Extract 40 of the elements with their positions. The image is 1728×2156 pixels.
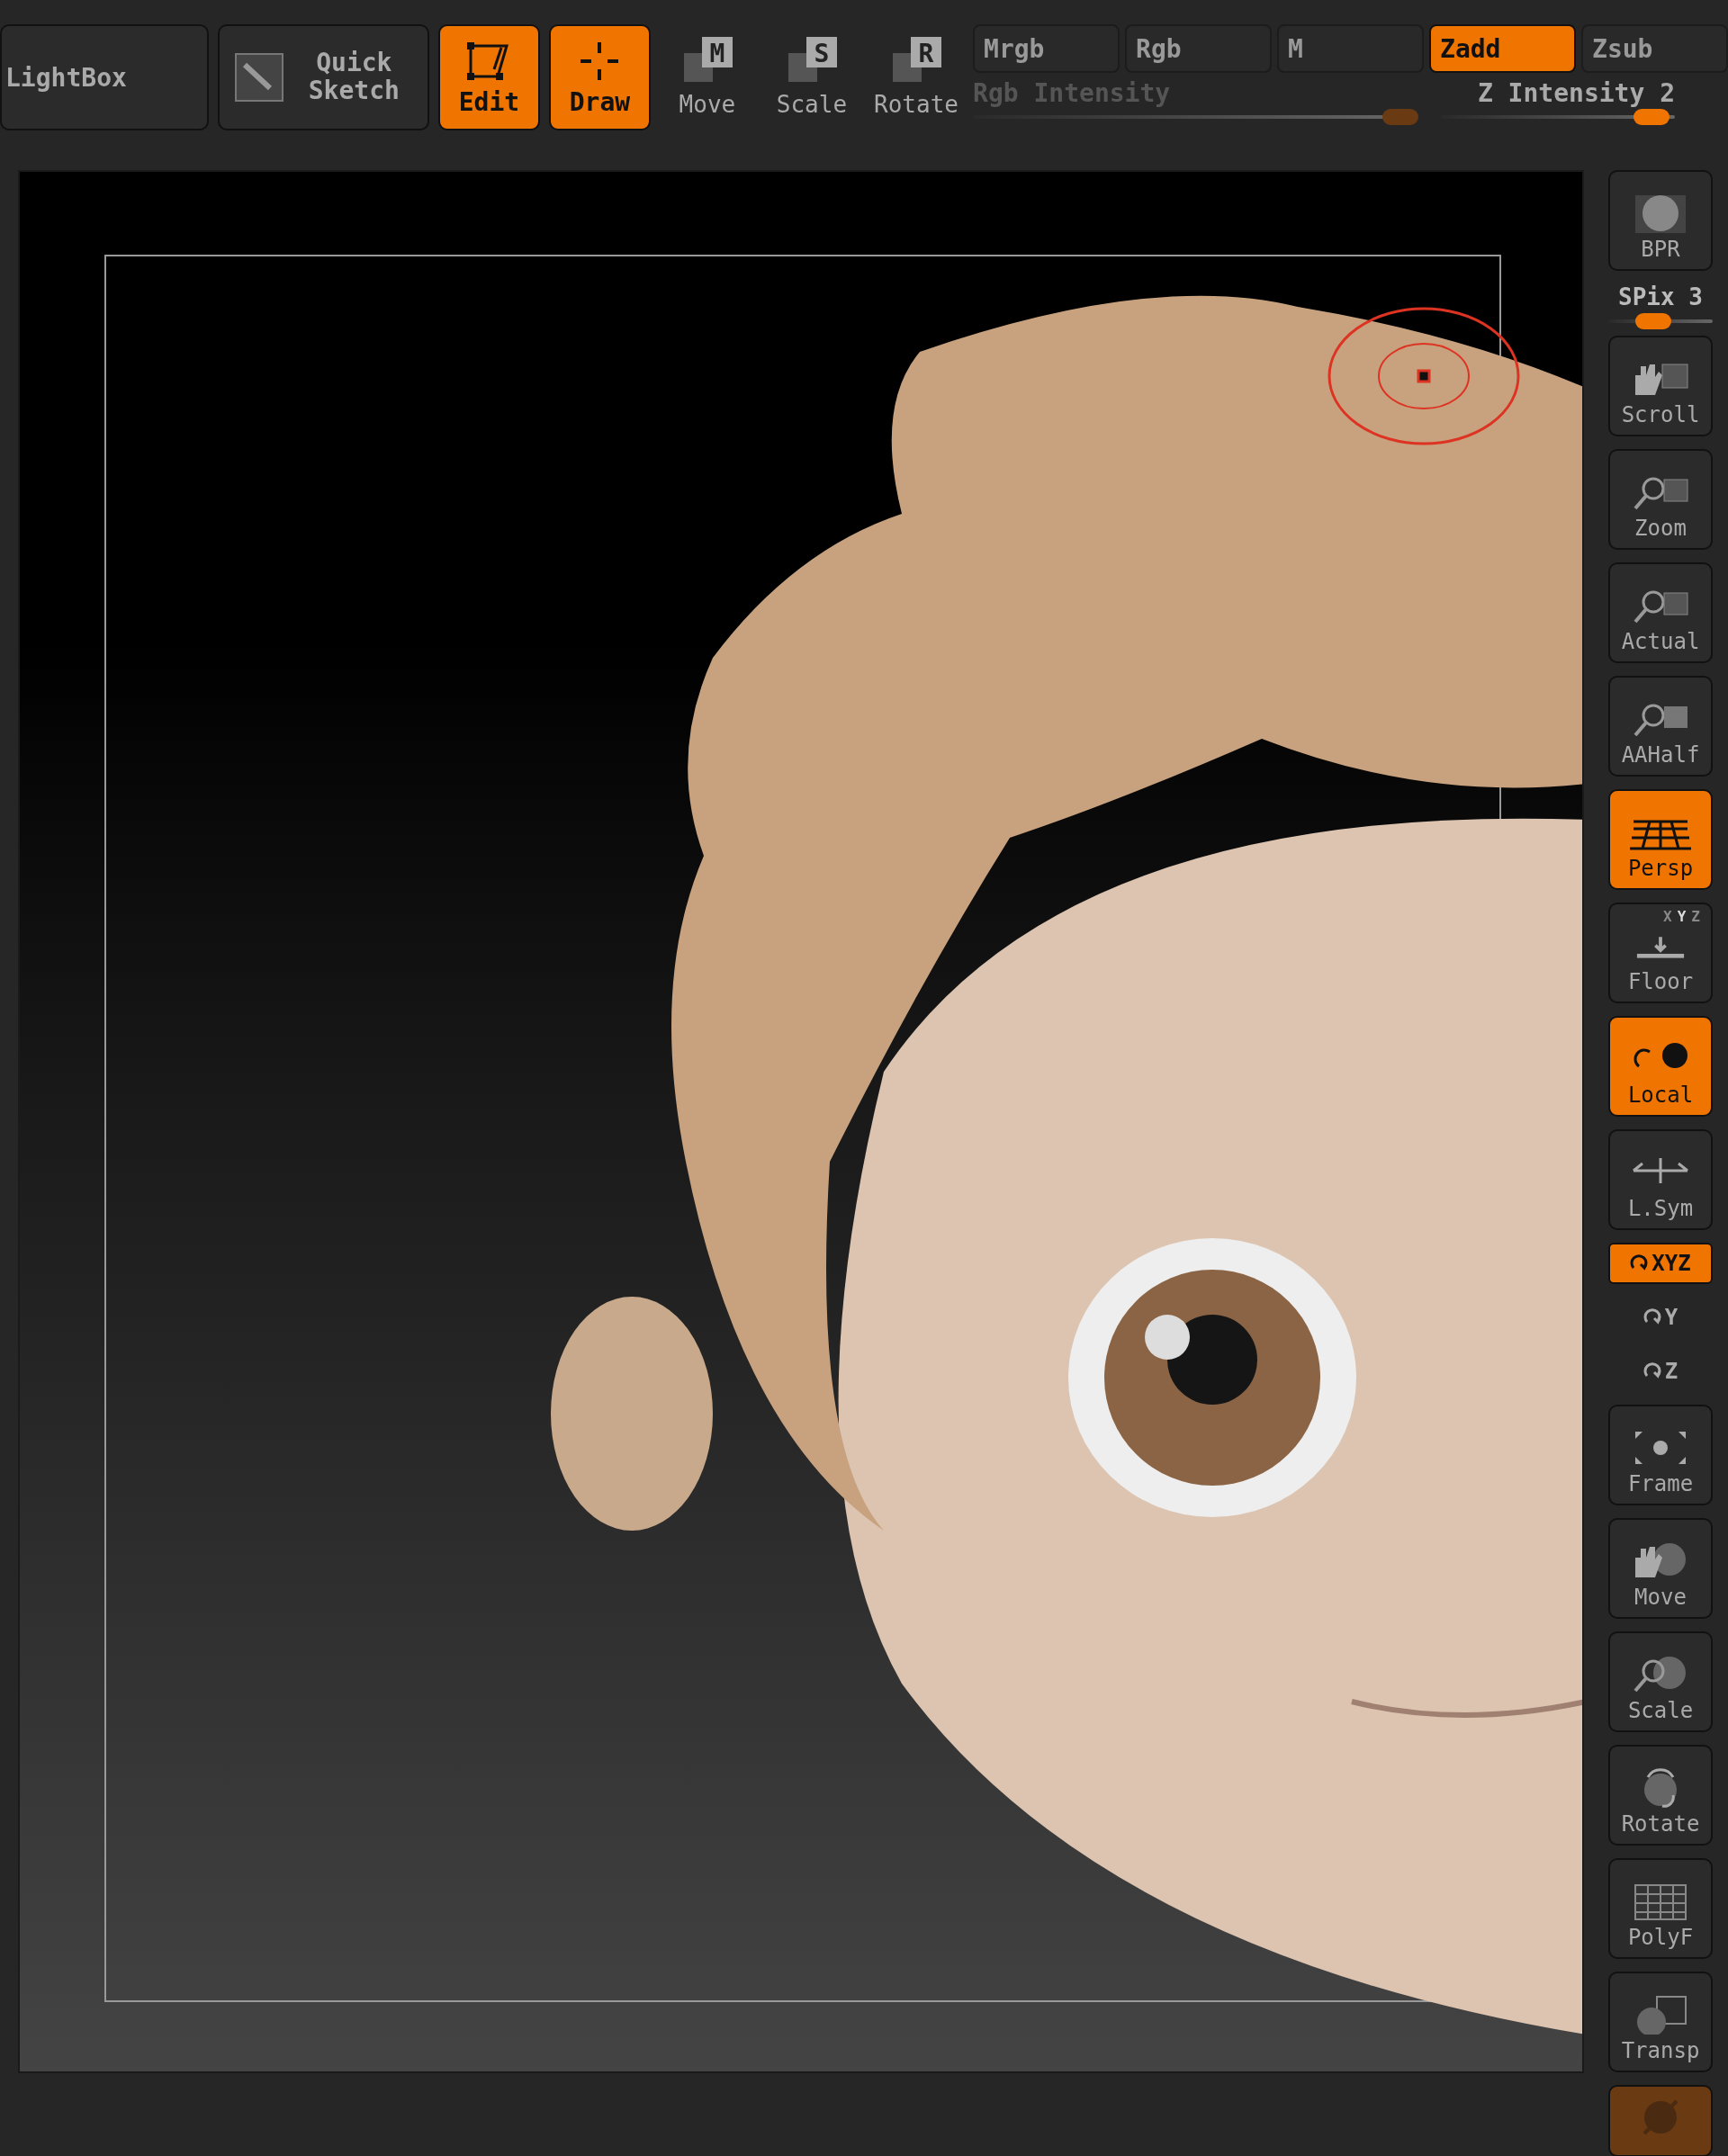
tool-button[interactable]: S Scale: [763, 24, 860, 130]
side-button[interactable]: Actual: [1608, 562, 1713, 663]
tool-button[interactable]: M Move: [659, 24, 755, 130]
side-button[interactable]: X Y Z Floor: [1608, 903, 1713, 1003]
side-button[interactable]: Local: [1608, 1016, 1713, 1117]
axis-toggle[interactable]: Y: [1608, 1297, 1713, 1338]
side-button[interactable]: Move: [1608, 1518, 1713, 1619]
slider-thumb[interactable]: [1634, 109, 1670, 125]
side-button[interactable]: BPR: [1608, 170, 1713, 271]
axis-label[interactable]: X: [1663, 908, 1672, 925]
side-button[interactable]: Rotate: [1608, 1745, 1713, 1846]
rotate-icon: [1642, 1307, 1663, 1327]
sketch-icon: [234, 52, 285, 103]
mode-toggle[interactable]: Zsub: [1581, 24, 1728, 73]
toolbar-button[interactable]: Quick Sketch: [217, 24, 429, 130]
slider-thumb[interactable]: [1634, 313, 1671, 329]
side-button[interactable]: Transp: [1608, 1972, 1713, 2072]
mode-button[interactable]: Edit: [438, 24, 540, 130]
side-button[interactable]: L.Sym: [1608, 1129, 1713, 1230]
mode-toggle[interactable]: Rgb: [1125, 24, 1273, 73]
axis-label[interactable]: Y: [1677, 908, 1687, 925]
axis-label[interactable]: Z: [1691, 908, 1700, 925]
mode-toggle[interactable]: Mrgb: [973, 24, 1120, 73]
slider-label: SPix 3: [1618, 283, 1703, 310]
slider-label: Z Intensity 2: [1476, 78, 1676, 108]
rotate-icon: [1642, 1361, 1663, 1381]
axis-toggle[interactable]: Z: [1608, 1351, 1713, 1392]
axis-toggle[interactable]: XYZ: [1608, 1243, 1713, 1284]
side-button[interactable]: Frame: [1608, 1405, 1713, 1505]
side-button[interactable]: Scroll: [1608, 336, 1713, 436]
side-button[interactable]: Scale: [1608, 1631, 1713, 1732]
side-button[interactable]: PolyF: [1608, 1858, 1713, 1959]
toolbar-button[interactable]: LightBox: [0, 24, 209, 130]
side-button[interactable]: AAHalf: [1608, 676, 1713, 777]
tool-button[interactable]: R Rotate: [868, 24, 965, 130]
mode-button[interactable]: Draw: [548, 24, 651, 130]
mode-toggle[interactable]: M: [1277, 24, 1425, 73]
side-button[interactable]: Zoom: [1608, 449, 1713, 550]
side-button[interactable]: Persp: [1608, 789, 1713, 890]
mode-toggle[interactable]: Zadd: [1429, 24, 1577, 73]
